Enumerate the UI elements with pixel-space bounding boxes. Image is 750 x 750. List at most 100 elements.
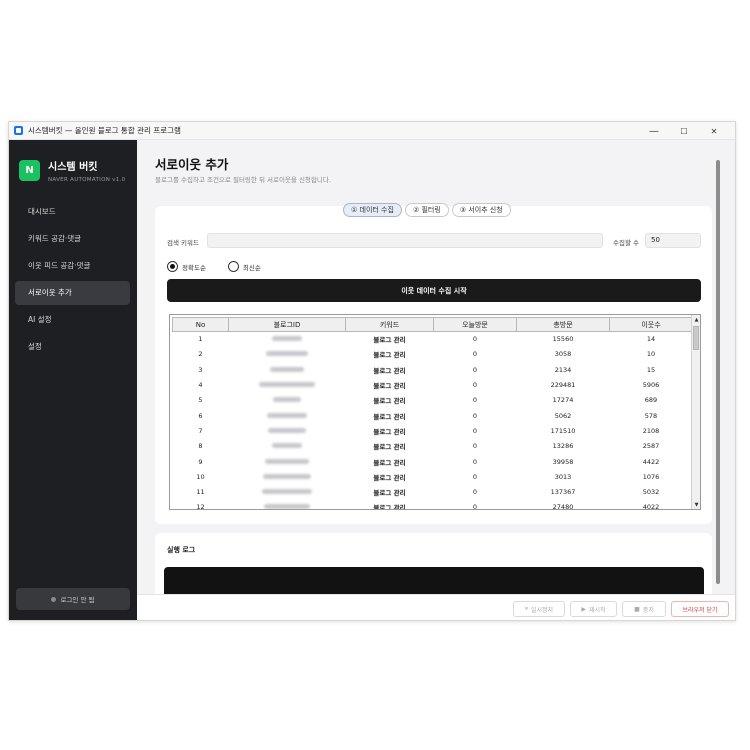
radio-accuracy[interactable] — [167, 261, 178, 272]
count-label: 수집할 수 — [613, 239, 639, 247]
cell-no: 1 — [198, 335, 203, 344]
resume-button[interactable]: ▶ 재시작 — [570, 601, 617, 617]
col-header-neighbors[interactable]: 이웃수 — [609, 317, 693, 332]
col-header-today-visits[interactable]: 오늘방문 — [433, 317, 517, 332]
tab-neighbor-request[interactable]: ③ 서이추 신청 — [451, 203, 511, 217]
cell-total-visits: 171510 — [550, 426, 576, 435]
cell-blog-id — [229, 393, 346, 408]
cell-keyword: 블로그 관리 — [373, 382, 406, 391]
pause-label: 일시정지 — [530, 606, 554, 614]
keyword-input[interactable] — [207, 233, 603, 248]
redacted-blog-id — [263, 473, 311, 479]
cell-keyword: 블로그 관리 — [373, 397, 406, 406]
resume-label: 재시작 — [589, 606, 606, 614]
start-collect-button[interactable]: 이웃 데이터 수집 시작 — [167, 279, 701, 302]
sort-radio-group: 정확도순 최신순 — [167, 261, 283, 272]
redacted-blog-id — [272, 443, 302, 449]
cell-neighbors: 2587 — [642, 442, 660, 451]
table-row[interactable]: 11 블로그 관리 0 137367 5032 — [173, 484, 693, 499]
stop-label: 중지 — [642, 606, 654, 614]
cell-keyword: 블로그 관리 — [373, 366, 406, 375]
redacted-blog-id — [270, 366, 304, 372]
table-row[interactable]: 10 블로그 관리 0 3013 1076 — [173, 469, 693, 484]
scroll-up-icon[interactable]: ▲ — [692, 315, 700, 324]
cell-today-visits: 0 — [472, 503, 478, 510]
cell-total-visits: 27480 — [552, 503, 574, 510]
app-icon — [14, 126, 23, 135]
sidebar-item-dashboard[interactable]: 대시보드 — [15, 200, 130, 224]
pause-button[interactable]: ⏸ 일시정지 — [513, 601, 565, 617]
table-row[interactable]: 1 블로그 관리 0 15560 14 — [173, 332, 693, 347]
minimize-button[interactable]: — — [639, 122, 669, 140]
table-body: 1 블로그 관리 0 15560 14 2 블로그 관리 0 3058 10 3 블로그 관리 0 213… — [173, 332, 693, 510]
tab-filtering[interactable]: ② 필터링 — [404, 203, 449, 217]
cell-keyword: 블로그 관리 — [373, 489, 406, 498]
col-header-total-visits[interactable]: 총방문 — [516, 317, 610, 332]
radio-latest[interactable] — [227, 261, 239, 272]
cell-total-visits: 3058 — [554, 350, 572, 359]
cell-blog-id — [229, 500, 346, 509]
sidebar-item-ai-settings[interactable]: AI 설정 — [15, 308, 130, 332]
scroll-thumb[interactable] — [693, 326, 699, 350]
sidebar-item-keyword-like-comment[interactable]: 키워드 공감·댓글 — [15, 227, 130, 251]
table-row[interactable]: 2 블로그 관리 0 3058 10 — [173, 347, 693, 362]
table-row[interactable]: 7 블로그 관리 0 171510 2108 — [173, 423, 693, 438]
table-row[interactable]: 8 블로그 관리 0 13286 2587 — [173, 439, 693, 454]
table-row[interactable]: 3 블로그 관리 0 2134 15 — [173, 362, 693, 377]
redacted-blog-id — [265, 458, 309, 464]
redacted-blog-id — [262, 489, 312, 495]
cell-today-visits: 0 — [472, 396, 478, 405]
cell-no: 11 — [196, 488, 205, 497]
col-header-keyword[interactable]: 키워드 — [345, 317, 434, 332]
table-row[interactable]: 5 블로그 관리 0 17274 689 — [173, 393, 693, 408]
redacted-blog-id — [272, 336, 302, 342]
log-title: 실행 로그 — [167, 546, 196, 554]
cell-total-visits: 13286 — [552, 442, 574, 451]
cell-today-visits: 0 — [472, 472, 478, 481]
radio-accuracy-label: 정확도순 — [182, 263, 206, 272]
main-scrollbar[interactable] — [716, 160, 720, 584]
cell-blog-id — [229, 469, 346, 484]
table-row[interactable]: 12 블로그 관리 0 27480 4022 — [173, 500, 693, 510]
cell-blog-id — [229, 439, 346, 454]
cell-no: 6 — [198, 411, 203, 420]
col-header-blog-id[interactable]: 블로그ID — [228, 317, 346, 332]
cell-total-visits: 3013 — [554, 472, 572, 481]
col-header-no[interactable]: No — [172, 317, 229, 332]
sidebar-item-mutual-neighbor[interactable]: 서로이웃 추가 — [15, 281, 130, 305]
cell-blog-id — [229, 408, 346, 423]
scroll-down-icon[interactable]: ▼ — [692, 500, 700, 509]
table-row[interactable]: 4 블로그 관리 0 229481 5906 — [173, 377, 693, 392]
cell-neighbors: 2108 — [642, 426, 660, 435]
cell-blog-id — [229, 347, 346, 362]
window-controls: — ☐ ✕ — [639, 122, 729, 140]
close-browser-button[interactable]: 브라우저 닫기 — [671, 601, 729, 617]
table-row[interactable]: 6 블로그 관리 0 5062 578 — [173, 408, 693, 423]
tab-data-collect[interactable]: ① 데이터 수집 — [343, 203, 402, 217]
table-row[interactable]: 9 블로그 관리 0 39958 4422 — [173, 454, 693, 469]
cell-no: 9 — [198, 457, 203, 466]
close-button[interactable]: ✕ — [699, 122, 729, 140]
status-dot-icon — [51, 596, 57, 602]
cell-neighbors: 578 — [644, 411, 658, 420]
cell-keyword: 블로그 관리 — [373, 427, 406, 436]
results-table-container: No 블로그ID 키워드 오늘방문 총방문 이웃수 1 블로그 관리 0 15560 1… — [169, 314, 701, 510]
play-icon: ▶ — [581, 605, 587, 613]
login-status-badge[interactable]: 로그인 안 됨 — [16, 588, 130, 610]
cell-blog-id — [229, 377, 346, 392]
title-bar: 시스템버킷 — 올인원 블로그 통합 관리 프로그램 — ☐ ✕ — [9, 122, 735, 140]
cell-blog-id — [229, 423, 346, 438]
cell-blog-id — [229, 484, 346, 499]
cell-neighbors: 4422 — [642, 457, 660, 466]
sidebar: N 시스템 버킷 NAVER AUTOMATION v1.0 대시보드 키워드 … — [9, 140, 137, 620]
table-scrollbar[interactable]: ▲ ▼ — [691, 315, 700, 509]
sidebar-item-neighbor-feed[interactable]: 이웃 피드 공감·댓글 — [15, 254, 130, 278]
collect-card: ① 데이터 수집 ② 필터링 ③ 서이추 신청 검색 키워드 수집할 수 50 … — [155, 203, 712, 524]
cell-no: 12 — [196, 503, 205, 510]
sidebar-item-settings[interactable]: 설정 — [15, 335, 130, 359]
stop-button[interactable]: ■ 중지 — [622, 601, 666, 617]
brand-subtitle: NAVER AUTOMATION v1.0 — [48, 177, 126, 183]
maximize-button[interactable]: ☐ — [669, 122, 699, 140]
count-input[interactable]: 50 — [645, 233, 701, 248]
cell-today-visits: 0 — [472, 442, 478, 451]
